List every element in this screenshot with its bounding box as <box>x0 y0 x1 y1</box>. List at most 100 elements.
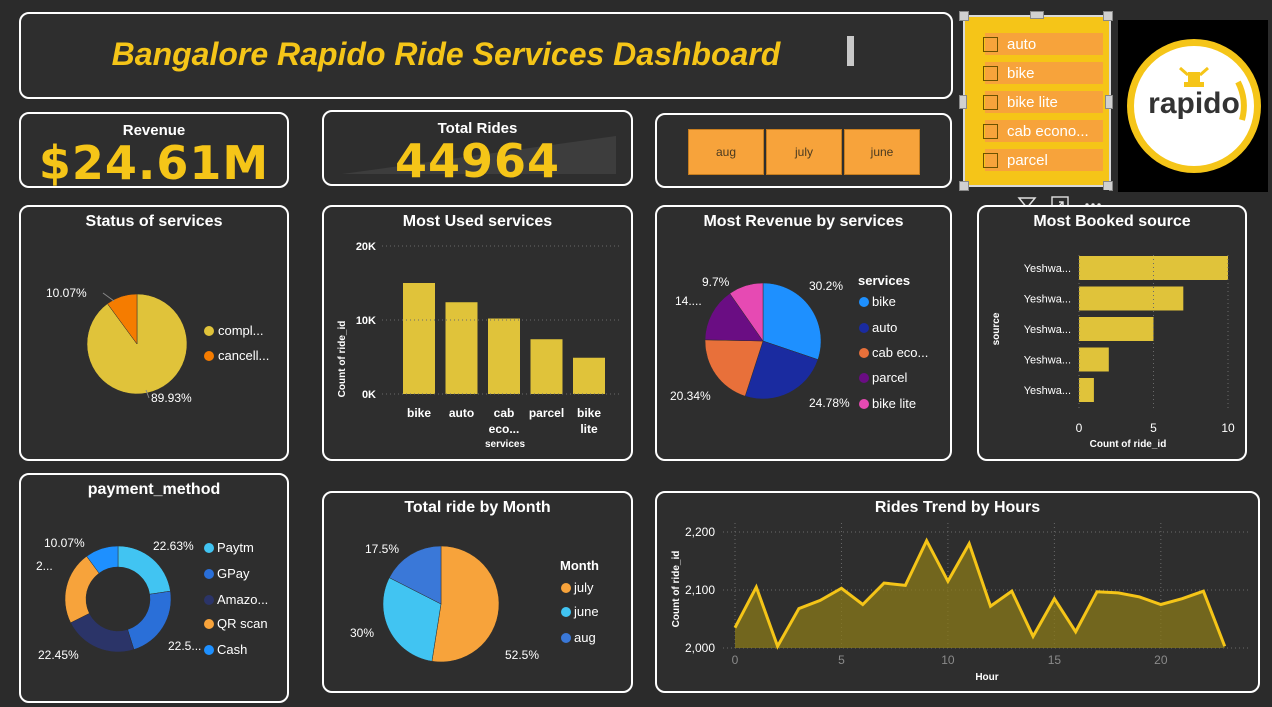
used-bar-chart: Count of ride_id 0K 10K 20K services bik… <box>337 241 622 450</box>
slicer-item-cab-economy[interactable]: cab econo... <box>983 120 1103 142</box>
legend-label: GPay <box>217 566 250 581</box>
status-chart-card: Status of services 89.93% 10.07% compl..… <box>19 205 289 461</box>
pie-slice[interactable] <box>117 545 171 595</box>
pie-slices <box>86 293 188 395</box>
bar <box>488 318 520 394</box>
pie-slice[interactable] <box>70 613 135 653</box>
pie-data-label: 22.63% <box>153 539 194 553</box>
payment-donut-chart: 22.63% 22.5... 22.45% 2... 10.07% Paytm … <box>36 536 268 662</box>
total-rides-value: 44964 <box>394 134 561 186</box>
legend-label: bike lite <box>872 396 916 411</box>
pie-data-label: 89.93% <box>151 391 192 405</box>
checkbox[interactable] <box>983 123 998 139</box>
bar <box>530 339 563 394</box>
pie-data-label: 17.5% <box>365 542 399 556</box>
y-tick-label: 20K <box>356 241 376 253</box>
y-tick-label: 2,100 <box>685 583 715 597</box>
pie-slice[interactable] <box>127 590 172 650</box>
x-tick-label: 20 <box>1154 653 1168 667</box>
total-rides-card: Total Rides 44964 <box>322 110 633 186</box>
legend-marker <box>204 595 214 605</box>
legend-label: auto <box>872 320 897 335</box>
x-axis-title: Count of ride_id <box>1090 439 1167 450</box>
resize-handle[interactable] <box>959 95 967 109</box>
y-tick-label: Yeshwa... <box>1024 324 1071 336</box>
legend-marker <box>859 373 869 383</box>
hours-area-chart: Count of ride_id 2,000 2,100 2,200 Hour … <box>671 523 1249 683</box>
pie-data-label: 9.7% <box>702 275 730 289</box>
pie-data-label: 10.07% <box>44 536 85 550</box>
x-tick-label: auto <box>449 406 474 420</box>
pie-data-label: 10.07% <box>46 286 87 300</box>
revenue-card: Revenue $24.61M <box>19 112 289 190</box>
x-tick-label: lite <box>580 422 598 436</box>
x-tick-label: 10 <box>941 653 955 667</box>
bar <box>1079 347 1109 372</box>
slicer-item-auto[interactable]: auto <box>983 33 1103 55</box>
y-tick-label: 0K <box>362 389 376 401</box>
legend-label: bike <box>872 294 896 309</box>
legend-marker <box>859 399 869 409</box>
month-button-july[interactable]: july <box>766 129 842 175</box>
legend-title: Month <box>560 558 599 573</box>
x-tick-label: cab <box>494 406 515 420</box>
legend-marker <box>204 645 214 655</box>
bar <box>403 283 435 394</box>
pie-slices <box>704 282 822 400</box>
pie-data-label: 30.2% <box>809 279 843 293</box>
pie-slices <box>382 545 500 663</box>
y-tick-label: 2,200 <box>685 525 715 539</box>
legend-marker <box>859 348 869 358</box>
slicer-item-bike-lite[interactable]: bike lite <box>983 91 1103 113</box>
legend-label: compl... <box>218 323 264 338</box>
checkbox[interactable] <box>983 94 998 110</box>
legend-label: Amazo... <box>217 592 268 607</box>
x-tick-label: 10 <box>1221 421 1235 435</box>
revenue-pie-chart: 30.2% 24.78% 20.34% 14.... 9.7% services… <box>670 273 928 411</box>
resize-handle[interactable] <box>959 181 969 191</box>
legend-marker <box>561 633 571 643</box>
legend-label: Cash <box>217 642 247 657</box>
pie-data-label: 22.5... <box>168 639 201 653</box>
resize-handle[interactable] <box>1030 11 1044 19</box>
checkbox[interactable] <box>983 65 998 81</box>
y-tick-label: 2,000 <box>685 641 715 655</box>
month-button-june[interactable]: june <box>844 129 920 175</box>
checkbox[interactable] <box>983 152 998 168</box>
logo-mark: rapido <box>1127 39 1261 173</box>
legend-label: Paytm <box>217 540 254 555</box>
service-slicer[interactable]: auto bike bike lite cab econo... parcel <box>963 15 1111 187</box>
month-chart-card: Total ride by Month 52.5% 30% 17.5% Mont… <box>322 491 633 693</box>
y-axis-title: source <box>991 312 1002 345</box>
bar <box>573 357 605 394</box>
revenue-value: $24.61M <box>38 136 270 190</box>
y-tick-label: Yeshwa... <box>1024 385 1071 397</box>
pie-data-label: 14.... <box>675 294 702 308</box>
legend-label: aug <box>574 630 596 645</box>
x-axis-title: services <box>485 439 525 450</box>
slicer-item-bike[interactable]: bike <box>983 62 1103 84</box>
x-tick-label: parcel <box>529 406 564 420</box>
rapido-logo: rapido <box>1118 20 1268 192</box>
bar <box>445 302 478 394</box>
pie-data-label: 2... <box>36 559 53 573</box>
legend-marker <box>204 351 214 361</box>
resize-handle[interactable] <box>1105 95 1113 109</box>
x-tick-label: eco... <box>489 422 520 436</box>
legend-label: june <box>573 604 599 619</box>
legend-marker <box>859 297 869 307</box>
source-chart-card: Most Booked source source Count of ride_… <box>977 205 1247 461</box>
resize-handle[interactable] <box>959 11 969 21</box>
legend-marker <box>561 607 571 617</box>
pie-data-label: 22.45% <box>38 648 79 662</box>
bar <box>1079 286 1184 311</box>
y-axis-title: Count of ride_id <box>671 551 682 628</box>
legend-label: cab eco... <box>872 345 928 360</box>
slicer-item-parcel[interactable]: parcel <box>983 149 1103 171</box>
resize-handle[interactable] <box>1103 11 1113 21</box>
payment-chart-card: payment_method 22.63% 22.5... 22.45% 2..… <box>19 473 289 703</box>
checkbox[interactable] <box>983 36 998 52</box>
month-button-aug[interactable]: aug <box>688 129 764 175</box>
pie-slice[interactable] <box>431 545 500 663</box>
legend-marker <box>204 543 214 553</box>
